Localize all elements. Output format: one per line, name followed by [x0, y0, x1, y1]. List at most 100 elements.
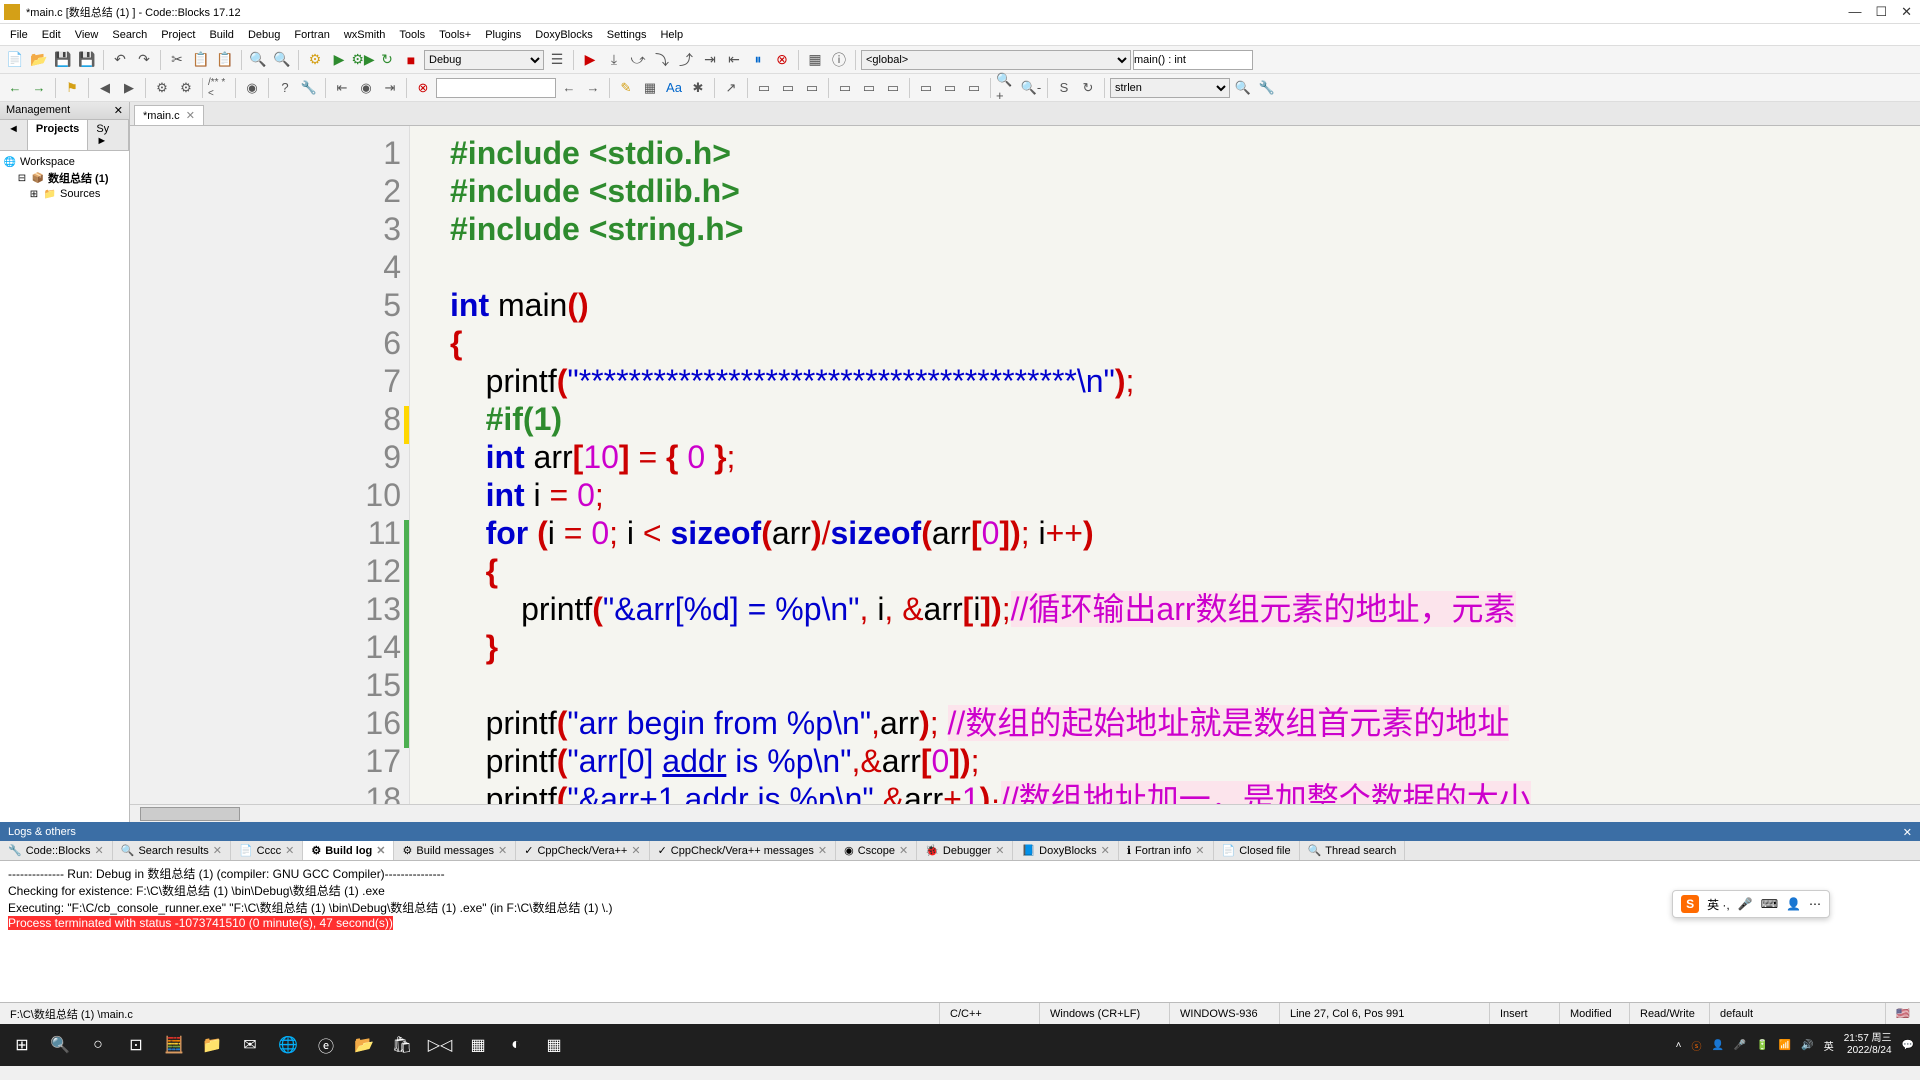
logs-tab-cppcheckmsg[interactable]: ✓CppCheck/Vera++ messages✕ [650, 841, 837, 860]
logs-tab-fortran[interactable]: ℹFortran info✕ [1119, 841, 1214, 860]
tray-people-icon[interactable]: 👤 [1711, 1040, 1723, 1051]
tray-ime-zh[interactable]: ⓢ [1691, 1038, 1701, 1053]
app-explorer-icon[interactable]: 📁 [196, 1029, 228, 1061]
logs-tab-closed[interactable]: 📄Closed file [1214, 841, 1300, 860]
ime-float[interactable]: S 英 ·, 🎤 ⌨ 👤 ⋯ [1672, 890, 1830, 918]
search-taskbar-icon[interactable]: 🔍 [44, 1029, 76, 1061]
tray-up-icon[interactable]: ˄ [1676, 1040, 1682, 1051]
menu-toolsplus[interactable]: Tools+ [433, 27, 477, 43]
next-instr-icon[interactable]: ⇥ [699, 49, 721, 71]
box2-icon[interactable]: ▭ [777, 77, 799, 99]
menu-fortran[interactable]: Fortran [288, 27, 335, 43]
break-icon[interactable]: ⏸ [747, 49, 769, 71]
save-all-icon[interactable]: 💾 [76, 49, 98, 71]
box6-icon[interactable]: ▭ [882, 77, 904, 99]
find-icon[interactable]: 🔍 [247, 49, 269, 71]
box9-icon[interactable]: ▭ [963, 77, 985, 99]
settings-icon[interactable]: 🔧 [298, 77, 320, 99]
save-icon[interactable]: 💾 [52, 49, 74, 71]
expand-icon[interactable]: ⊟ [16, 172, 28, 184]
rebuild-icon[interactable]: ↻ [376, 49, 398, 71]
copy-icon[interactable]: 📋 [190, 49, 212, 71]
menu-file[interactable]: File [4, 27, 34, 43]
new-file-icon[interactable]: 📄 [4, 49, 26, 71]
menu-settings[interactable]: Settings [601, 27, 653, 43]
logs-tab-cppcheck[interactable]: ✓CppCheck/Vera++✕ [516, 841, 649, 860]
tray-wifi-icon[interactable]: 📶 [1779, 1040, 1791, 1051]
target-icon[interactable]: ☰ [546, 49, 568, 71]
taskbar-clock[interactable]: 21:57 周三 2022/8/24 [1844, 1033, 1892, 1057]
redo-icon[interactable]: ↷ [133, 49, 155, 71]
app-vs-icon[interactable]: ▷◁ [424, 1029, 456, 1061]
run-to-cursor-icon[interactable]: ⤓ [603, 49, 625, 71]
menu-wxsmith[interactable]: wxSmith [338, 27, 392, 43]
logs-tab-debugger[interactable]: 🐞Debugger✕ [917, 841, 1013, 860]
abort-icon[interactable]: ■ [400, 49, 422, 71]
open-icon[interactable]: 📂 [28, 49, 50, 71]
app-calc-icon[interactable]: 🧮 [158, 1029, 190, 1061]
help-icon[interactable]: ? [274, 77, 296, 99]
build-config-select[interactable]: Debug [424, 50, 544, 70]
symbol-select[interactable]: strlen [1110, 78, 1230, 98]
box4-icon[interactable]: ▭ [834, 77, 856, 99]
mgmt-tab-next[interactable]: Sy ► [88, 120, 129, 150]
build-icon[interactable]: ⚙ [304, 49, 326, 71]
box5-icon[interactable]: ▭ [858, 77, 880, 99]
search-input[interactable] [436, 78, 556, 98]
app-other1-icon[interactable]: ◐ [500, 1029, 532, 1061]
tray-mic-icon[interactable]: 🎤 [1734, 1040, 1746, 1051]
build-run-icon[interactable]: ⚙▶ [352, 49, 374, 71]
box8-icon[interactable]: ▭ [939, 77, 961, 99]
tray-battery-icon[interactable]: 🔋 [1756, 1040, 1768, 1051]
app-mail-icon[interactable]: ✉ [234, 1029, 266, 1061]
zoom-out-icon[interactable]: 🔍- [1020, 77, 1042, 99]
menu-edit[interactable]: Edit [36, 27, 67, 43]
logs-tab-doxy[interactable]: 📘DoxyBlocks✕ [1013, 841, 1118, 860]
step-over-icon[interactable]: ⤻ [627, 49, 649, 71]
scroll-thumb[interactable] [140, 807, 240, 821]
tree-project[interactable]: ⊟ 📦 数组总结 (1) [4, 169, 125, 187]
debug-window-icon[interactable]: ▦ [804, 49, 826, 71]
box7-icon[interactable]: ▭ [915, 77, 937, 99]
doxy-icon[interactable]: ◉ [241, 77, 263, 99]
menu-build[interactable]: Build [203, 27, 239, 43]
ime-keyboard-icon[interactable]: ⌨ [1761, 897, 1778, 911]
options-icon[interactable]: 🔧 [1256, 77, 1278, 99]
minimize-button[interactable]: — [1848, 4, 1861, 20]
search-prev-icon[interactable]: ← [558, 77, 580, 99]
tool2-icon[interactable]: ⚙ [175, 77, 197, 99]
logs-tab-buildmsg[interactable]: ⚙Build messages✕ [394, 841, 516, 860]
close-button[interactable]: ✕ [1901, 4, 1912, 20]
logs-tab-thread[interactable]: 🔍Thread search [1300, 841, 1406, 860]
zoom-in-icon[interactable]: 🔍+ [996, 77, 1018, 99]
mgmt-tab-projects[interactable]: Projects [28, 120, 88, 150]
next-bookmark-icon[interactable]: ▶ [118, 77, 140, 99]
replace-icon[interactable]: 🔍 [271, 49, 293, 71]
prev-bookmark-icon[interactable]: ◀ [94, 77, 116, 99]
refresh-icon[interactable]: ↻ [1077, 77, 1099, 99]
tray-volume-icon[interactable]: 🔊 [1801, 1040, 1813, 1051]
maximize-button[interactable]: ☐ [1875, 4, 1887, 20]
comment-icon[interactable]: /** *< [208, 77, 230, 99]
paste-icon[interactable]: 📋 [214, 49, 236, 71]
tab-close-icon[interactable]: ✕ [186, 109, 195, 122]
menu-tools[interactable]: Tools [393, 27, 431, 43]
logs-tab-buildlog[interactable]: ⚙Build log✕ [303, 841, 394, 860]
box3-icon[interactable]: ▭ [801, 77, 823, 99]
jump-fwd-icon[interactable]: ⇥ [379, 77, 401, 99]
logs-tab-codeblocks[interactable]: 🔧Code::Blocks✕ [0, 841, 113, 860]
menu-project[interactable]: Project [155, 27, 201, 43]
notification-icon[interactable]: 💬 [1902, 1040, 1914, 1051]
code-editor[interactable]: 123456789101112131415161718 #include <st… [130, 126, 1920, 804]
app-store-icon[interactable]: 🛍 [386, 1029, 418, 1061]
app-ie-icon[interactable]: ⓔ [310, 1029, 342, 1061]
info-icon[interactable]: ⓘ [828, 49, 850, 71]
box1-icon[interactable]: ▭ [753, 77, 775, 99]
run-icon[interactable]: ▶ [328, 49, 350, 71]
logs-body[interactable]: -------------- Run: Debug in 数组总结 (1) (c… [0, 861, 1920, 1002]
app-folder-icon[interactable]: 📂 [348, 1029, 380, 1061]
menu-view[interactable]: View [69, 27, 105, 43]
logs-tab-search[interactable]: 🔍Search results✕ [113, 841, 231, 860]
ime-menu-icon[interactable]: ⋯ [1809, 897, 1821, 911]
forward-icon[interactable]: → [28, 77, 50, 99]
